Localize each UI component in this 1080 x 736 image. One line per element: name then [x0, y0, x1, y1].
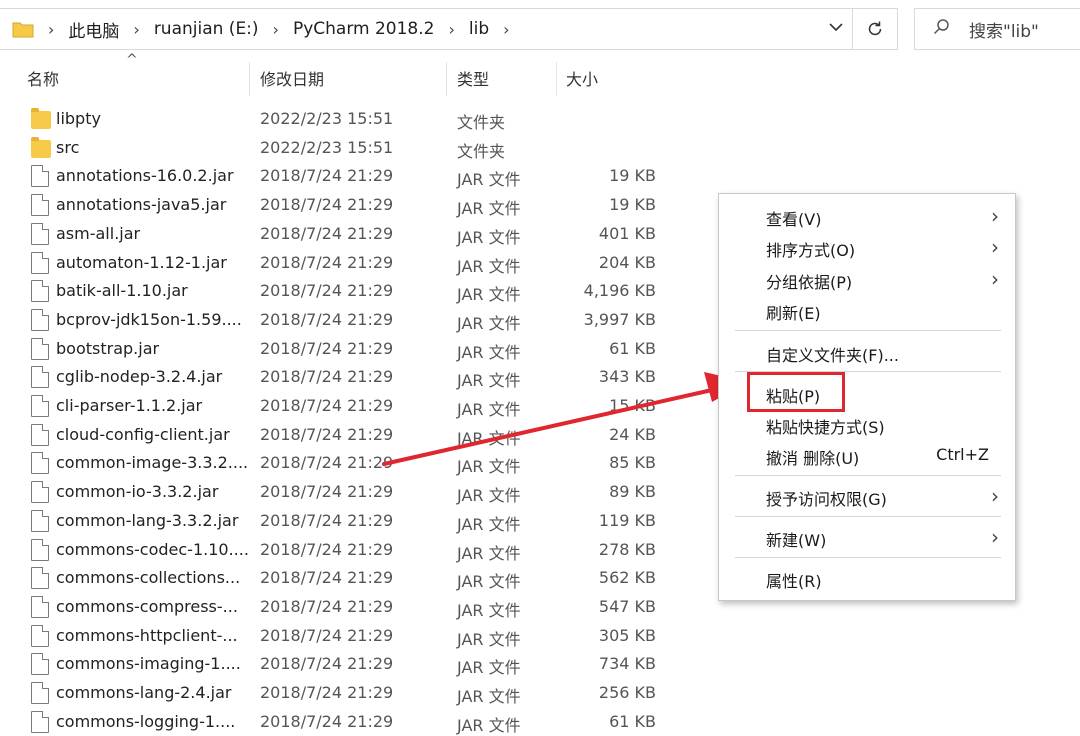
shortcut-label: Ctrl+Z	[936, 445, 989, 464]
menu-item-grant-access[interactable]: 授予访问权限(G) ›	[719, 481, 1015, 511]
chevron-right-icon: ›	[991, 267, 999, 291]
menu-item-sort[interactable]: 排序方式(O) ›	[719, 232, 1015, 262]
menu-item-view[interactable]: 查看(V) ›	[719, 201, 1015, 231]
menu-item-group[interactable]: 分组依据(P) ›	[719, 264, 1015, 294]
chevron-right-icon: ›	[991, 525, 999, 549]
menu-separator	[735, 330, 1001, 331]
menu-item-paste-shortcut[interactable]: 粘贴快捷方式(S)	[719, 409, 1015, 439]
chevron-right-icon: ›	[991, 484, 999, 508]
menu-item-customize-folder[interactable]: 自定义文件夹(F)...	[719, 337, 1015, 367]
chevron-right-icon: ›	[991, 204, 999, 228]
menu-separator	[735, 516, 1001, 517]
chevron-right-icon: ›	[991, 235, 999, 259]
paste-highlight-box	[747, 372, 845, 412]
menu-separator	[735, 475, 1001, 476]
menu-item-undo-delete[interactable]: 撤消 删除(U) Ctrl+Z	[719, 440, 1015, 470]
menu-item-new[interactable]: 新建(W) ›	[719, 522, 1015, 552]
menu-separator	[735, 557, 1001, 558]
menu-item-refresh[interactable]: 刷新(E)	[719, 295, 1015, 325]
menu-item-properties[interactable]: 属性(R)	[719, 563, 1015, 593]
